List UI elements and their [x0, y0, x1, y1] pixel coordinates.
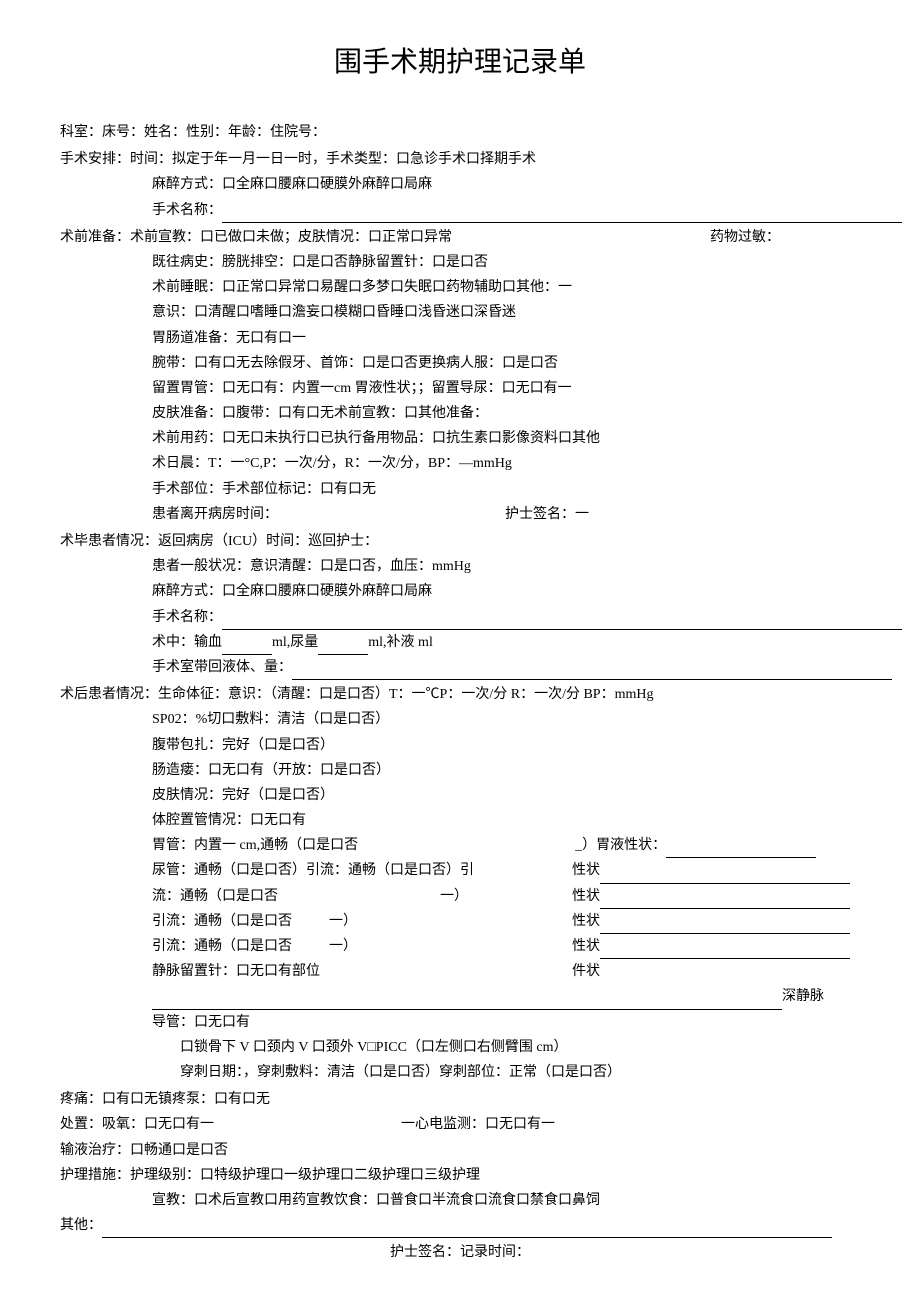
leave-time: 患者离开病房时间： [152, 507, 278, 522]
consciousness: 意识：口清醒口嗜睡口澹妄口模糊口昏睡口浅昏迷口深昏迷 [60, 300, 860, 325]
preop-med: 术前用药：口无口未执行口已执行备用物品：口抗生素口影像资料口其他 [60, 426, 860, 451]
property-1: 性状 [572, 863, 600, 878]
catheter: 导管：口无口有 [60, 1010, 860, 1035]
gi-prep: 胃肠道准备：无口有口一 [60, 326, 860, 351]
puncture: 穿刺日期：，穿刺敷料：清洁（口是口否）穿刺部位：正常（口是口否） [60, 1060, 860, 1085]
return-ward: 返回病房（ICU）时间：巡回护士： [158, 534, 378, 549]
preop-nurse-sig: 护士签名：一 [505, 507, 589, 522]
surgery-name-field[interactable] [222, 208, 902, 223]
property-2: 性状 [572, 889, 600, 904]
intraop-blood: 术中：输血 [152, 635, 222, 650]
pain: 疼痛：口有口无镇疼泵：口有口无 [60, 1087, 860, 1112]
surgery-name-label: 手术名称： [152, 203, 222, 218]
intraop-fluid: ml,补液 ml [368, 635, 433, 650]
gastric-tube: 留置胃管：口无口有：内置一cm 胃液性状；；留置导尿：口无口有一 [60, 376, 860, 401]
urine-field[interactable] [318, 640, 368, 655]
preop-edu: 术前宣教：口已做口未做；皮肤情况：口正常口异常 [130, 230, 452, 245]
skin-prep: 皮肤准备：口腹带：口有口无术前宣教：口其他准备： [60, 401, 860, 426]
anesthesia-type: 麻醉方式：口全麻口腰麻口硬膜外麻醉口局麻 [60, 172, 860, 197]
preop-sleep: 术前睡眠：口正常口异常口易醒口多梦口失眠口药物辅助口其他：一 [60, 275, 860, 300]
spo2: SP02：%切口敷料：清洁（口是口否） [60, 707, 860, 732]
prop-field-4[interactable] [600, 944, 850, 959]
iv-catheter: 静脉留置针：口无口有部位 [152, 959, 572, 984]
property-3: 性状 [572, 914, 600, 929]
gastric-postop: 胃管：内置一 cm,通畅（口是口否 [152, 838, 358, 853]
drain2: 引流：通畅（口是口否 [152, 914, 292, 929]
urinary-tube: 尿管：通畅（口是口否）引流：通畅（口是口否）引 [152, 858, 572, 883]
cavity-tube: 体腔置管情况：口无口有 [60, 808, 860, 833]
wristband: 腕带：口有口无去除假牙、首饰：口是口否更换病人服：口是口否 [60, 351, 860, 376]
postop-vitals: 生命体征：意识：（清醒：口是口否）T：一℃P：一次/分 R：一次/分 BP：mm… [158, 687, 653, 702]
deep-vein: 深静脉 [782, 989, 824, 1004]
other-label: 其他： [60, 1218, 102, 1233]
footer-sig: 护士签名：记录时间： [60, 1240, 860, 1265]
intraop-urine: ml,尿量 [272, 635, 318, 650]
preop-history: 既往病史：膀胱排空：口是口否静脉留置针：口是口否 [60, 250, 860, 275]
drug-allergy: 药物过敏： [710, 225, 780, 250]
drain2-end: 一） [329, 914, 357, 929]
prop-field-2[interactable] [600, 894, 850, 909]
property-4: 性状 [572, 939, 600, 954]
drain1: 流：通畅（口是口否 [152, 889, 278, 904]
prop-field-3[interactable] [600, 919, 850, 934]
page-title: 围手术期护理记录单 [60, 40, 860, 80]
deep-vein-field[interactable] [152, 995, 782, 1010]
header-row: 科室：床号：姓名：性别：年龄：住院号： [60, 120, 860, 145]
postop-anesthesia: 麻醉方式：口全麻口腰麻口硬膜外麻醉口局麻 [60, 579, 860, 604]
gastric-property: _）胃液性状： [575, 838, 666, 853]
morning-vitals: 术日晨：T：一°C,P：一次/分，R：一次/分，BP：—mmHg [60, 451, 860, 476]
postop-return-label: 术毕患者情况： [60, 534, 158, 549]
return-fluid-label: 手术室带回液体、量： [152, 660, 292, 675]
blood-field[interactable] [222, 640, 272, 655]
oxygen: 处置：吸氧：口无口有一 [60, 1117, 214, 1132]
prop-field-1[interactable] [600, 869, 850, 884]
postop-skin: 皮肤情况：完好（口是口否） [60, 783, 860, 808]
other-field[interactable] [102, 1223, 832, 1238]
infusion: 输液治疗：口畅通口是口否 [60, 1138, 860, 1163]
gastric-prop-field[interactable] [666, 843, 816, 858]
surgery-arrange-label: 手术安排： [60, 152, 130, 167]
nursing-edu: 宣教：口术后宣教口用药宣教饮食：口普食口半流食口流食口禁食口鼻饲 [60, 1188, 860, 1213]
patient-general: 患者一般状况：意识清醒：口是口否，血压：mmHg [60, 554, 860, 579]
preop-label: 术前准备： [60, 230, 130, 245]
stat-5: 件状 [572, 964, 600, 979]
drain3: 引流：通畅（口是口否 [152, 939, 292, 954]
drain1-end: 一） [440, 889, 468, 904]
postop-surgery-name-field[interactable] [222, 615, 902, 630]
nursing-level: 护理级别：口特级护理口一级护理口二级护理口三级护理 [130, 1168, 480, 1183]
return-fluid-field[interactable] [292, 665, 892, 680]
postop-status-label: 术后患者情况： [60, 687, 158, 702]
nursing-label: 护理措施： [60, 1168, 130, 1183]
abdominal-wrap: 腹带包扎：完好（口是口否） [60, 733, 860, 758]
surgery-time: 时间：拟定于年一月一日一时，手术类型：口急诊手术口择期手术 [130, 152, 536, 167]
clavicle: 口锁骨下 V 口颈内 V 口颈外 V□PICC（口左侧口右侧臂围 cm） [60, 1035, 860, 1060]
ecg-monitor: 一心电监测：口无口有一 [401, 1117, 555, 1132]
postop-surgery-name-label: 手术名称： [152, 610, 222, 625]
stoma: 肠造瘘：口无口有（开放：口是口否） [60, 758, 860, 783]
surgery-site: 手术部位：手术部位标记：口有口无 [60, 477, 860, 502]
drain3-end: 一） [329, 939, 357, 954]
